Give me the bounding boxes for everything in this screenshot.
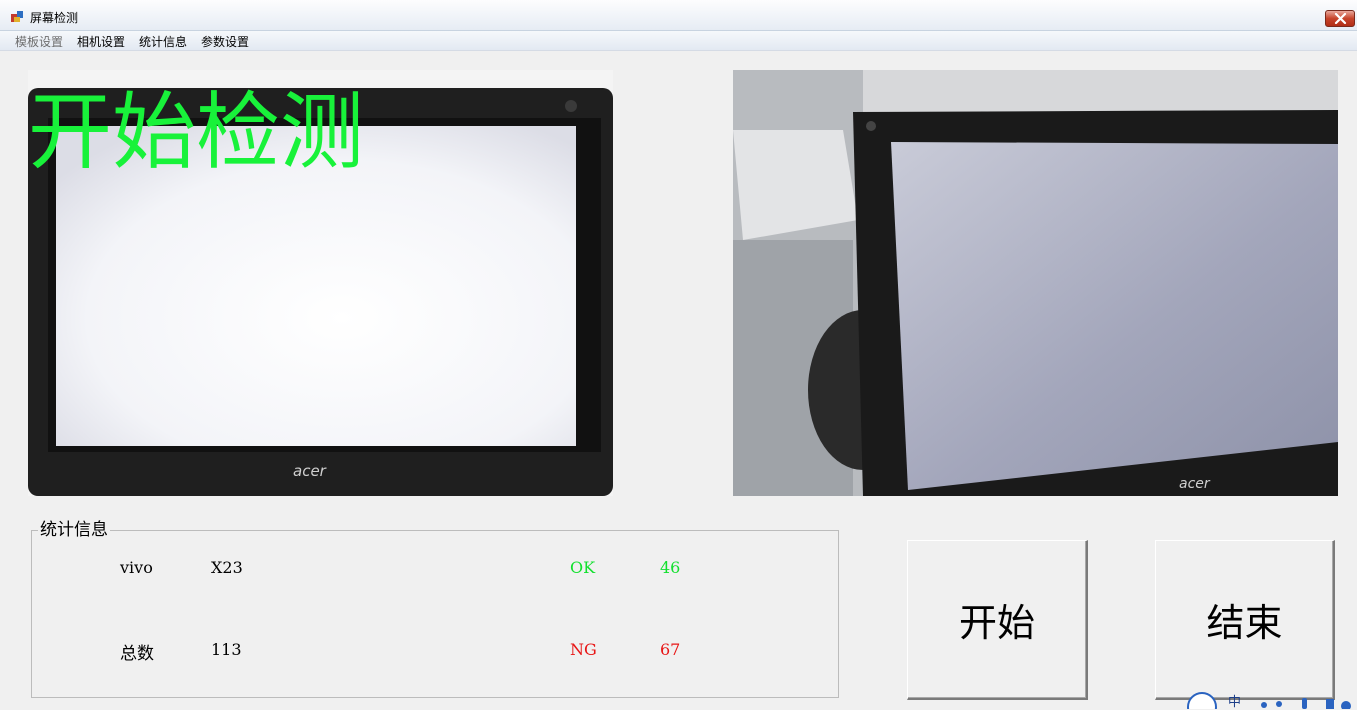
total-label: 总数 (120, 644, 154, 664)
title-bar: 屏幕检测 (0, 0, 1357, 31)
ime-icon[interactable] (1186, 690, 1220, 709)
app-icon (11, 11, 23, 22)
camera-view-right: acer (733, 70, 1338, 496)
ok-label: OK (570, 558, 596, 577)
menu-camera-settings[interactable]: 相机设置 (77, 33, 125, 50)
close-icon (1334, 13, 1347, 24)
acer-logo-right: acer (1179, 476, 1211, 492)
ok-count: 46 (660, 558, 681, 577)
system-tray: 中 (1186, 690, 1357, 709)
tray-icons (1261, 698, 1351, 709)
model-brand: vivo (120, 558, 153, 577)
statistics-group-title: 统计信息 (38, 520, 110, 540)
menu-bar: 模板设置 相机设置 统计信息 参数设置 (0, 31, 1357, 51)
menu-parameter-settings[interactable]: 参数设置 (201, 33, 249, 50)
ng-label: NG (570, 640, 597, 659)
detection-status-overlay: 开始检测 (28, 83, 365, 181)
camera-image-right: acer (733, 70, 1338, 496)
menu-statistics[interactable]: 统计信息 (139, 33, 187, 50)
ng-count: 67 (660, 640, 681, 659)
acer-logo: acer (293, 462, 327, 480)
close-button[interactable] (1325, 10, 1355, 27)
model-name: X23 (211, 558, 243, 577)
statistics-group (31, 530, 839, 698)
end-button[interactable]: 结束 (1155, 540, 1335, 700)
camera-view-left: acer 开始检测 (28, 70, 613, 496)
start-button[interactable]: 开始 (907, 540, 1088, 700)
window-title: 屏幕检测 (30, 11, 79, 25)
menu-template-settings[interactable]: 模板设置 (15, 33, 63, 50)
total-count: 113 (211, 640, 242, 659)
ime-language-label[interactable]: 中 (1228, 696, 1241, 709)
